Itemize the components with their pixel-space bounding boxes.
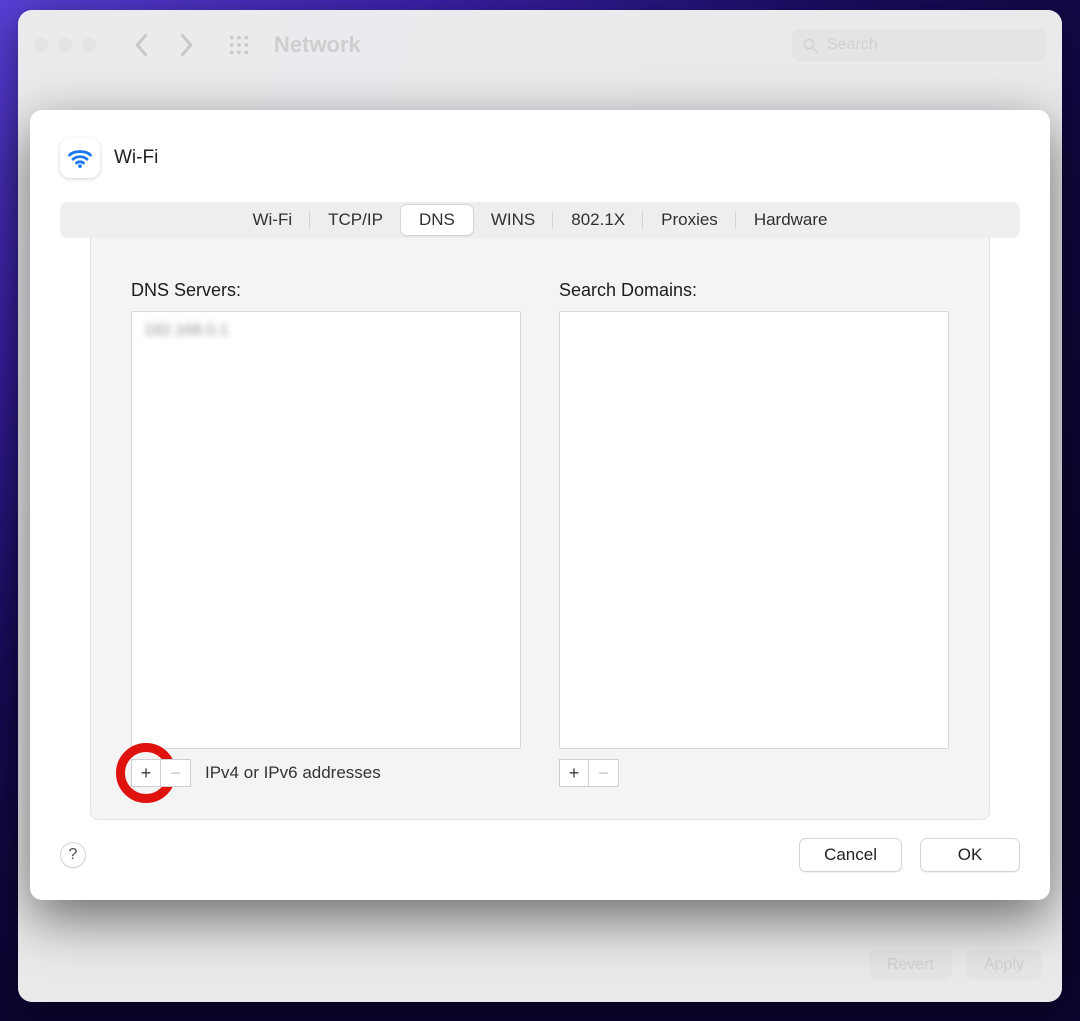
ok-button[interactable]: OK [920,838,1020,872]
search-domains-list[interactable] [559,311,949,749]
window-title: Network [274,32,361,58]
zoom-window-icon [82,38,96,52]
cancel-button[interactable]: Cancel [799,838,902,872]
show-all-icon [228,34,250,56]
search-placeholder: Search [827,36,878,54]
advanced-network-sheet: Wi-Fi Wi-FiTCP/IPDNSWINS802.1XProxiesHar… [30,110,1050,900]
back-icon [132,33,152,57]
help-button[interactable]: ? [60,842,86,868]
apply-button: Apply [966,950,1042,980]
tab-bar: Wi-FiTCP/IPDNSWINS802.1XProxiesHardware [60,202,1020,238]
add-dns-server-button[interactable]: + [131,759,161,787]
tab-proxies[interactable]: Proxies [643,205,736,235]
search-domains-label: Search Domains: [559,280,949,301]
tab-wins[interactable]: WINS [473,205,553,235]
search-field: Search [792,29,1046,61]
dns-pane: DNS Servers: 192.168.0.1 + − IPv4 or IPv… [90,238,990,820]
dns-servers-list[interactable]: 192.168.0.1 [131,311,521,749]
tab-dns[interactable]: DNS [401,205,473,235]
sheet-title: Wi-Fi [114,147,158,169]
wifi-icon [60,138,100,178]
tab-tcp-ip[interactable]: TCP/IP [310,205,401,235]
parent-footer: Revert Apply [869,950,1042,980]
tab-802-1x[interactable]: 802.1X [553,205,643,235]
search-icon [802,37,819,54]
forward-icon [176,33,196,57]
revert-button: Revert [869,950,952,980]
dns-servers-label: DNS Servers: [131,280,521,301]
remove-search-domain-button[interactable]: − [589,759,619,787]
close-window-icon [34,38,48,52]
minimize-window-icon [58,38,72,52]
tab-wi-fi[interactable]: Wi-Fi [234,205,310,235]
traffic-lights [34,38,96,52]
add-search-domain-button[interactable]: + [559,759,589,787]
remove-dns-server-button[interactable]: − [161,759,191,787]
dns-servers-hint: IPv4 or IPv6 addresses [205,763,381,783]
window-toolbar: Network Search [18,10,1062,80]
tab-hardware[interactable]: Hardware [736,205,846,235]
dns-server-entry[interactable]: 192.168.0.1 [144,322,508,340]
nav-arrows [132,33,196,57]
